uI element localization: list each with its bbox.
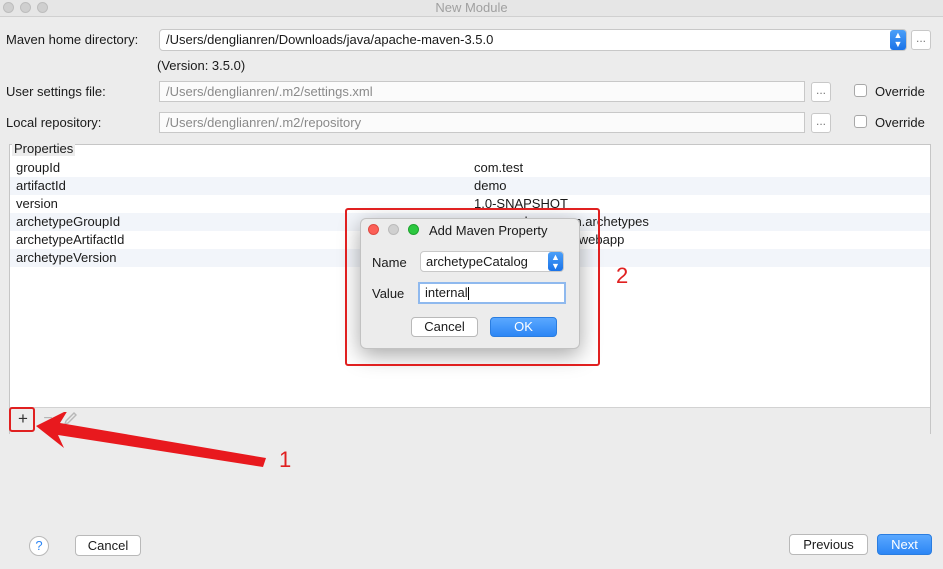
override-settings-label: Override (875, 84, 925, 99)
user-settings-label: User settings file: (6, 84, 106, 99)
override-settings-checkbox[interactable] (854, 84, 867, 97)
previous-button[interactable]: Previous (789, 534, 868, 555)
maven-home-label: Maven home directory: (6, 32, 139, 47)
property-key: archetypeArtifactId (16, 232, 125, 247)
local-repository-label: Local repository: (6, 115, 102, 130)
user-settings-value: /Users/denglianren/.m2/settings.xml (166, 84, 373, 99)
annotation-arrow-1 (36, 412, 266, 467)
property-value: com.test (474, 160, 524, 175)
property-value: demo (474, 178, 507, 193)
property-key: groupId (16, 160, 61, 175)
property-key: version (16, 196, 58, 211)
annotation-label-1: 1 (279, 447, 292, 472)
window-title: New Module (435, 0, 508, 15)
help-button[interactable]: ? (29, 536, 49, 556)
maven-version-text: (Version: 3.5.0) (157, 58, 246, 73)
user-settings-browse-button[interactable]: ... (811, 82, 831, 102)
maven-home-value: /Users/denglianren/Downloads/java/apache… (166, 32, 494, 47)
maven-home-browse-button[interactable]: ... (911, 30, 931, 50)
chevron-updown-icon[interactable]: ▲ ▼ (890, 30, 906, 50)
property-row[interactable]: groupId com.test (10, 159, 930, 177)
annotation-box-2 (345, 208, 600, 366)
property-key: archetypeVersion (16, 250, 117, 265)
override-repository-label: Override (875, 115, 925, 130)
override-repository-checkbox[interactable] (854, 115, 867, 128)
cancel-button[interactable]: Cancel (75, 535, 141, 556)
local-repository-value: /Users/denglianren/.m2/repository (166, 115, 362, 130)
maven-home-select[interactable]: /Users/denglianren/Downloads/java/apache… (159, 29, 907, 51)
property-key: archetypeGroupId (16, 214, 121, 229)
user-settings-field[interactable]: /Users/denglianren/.m2/settings.xml (159, 81, 805, 102)
next-button[interactable]: Next (877, 534, 932, 555)
local-repository-field[interactable]: /Users/denglianren/.m2/repository (159, 112, 805, 133)
property-key: artifactId (16, 178, 66, 193)
annotation-label-2: 2 (616, 263, 629, 288)
local-repository-browse-button[interactable]: ... (811, 113, 831, 133)
property-row[interactable]: artifactId demo (10, 177, 930, 195)
properties-title: Properties (12, 141, 76, 156)
